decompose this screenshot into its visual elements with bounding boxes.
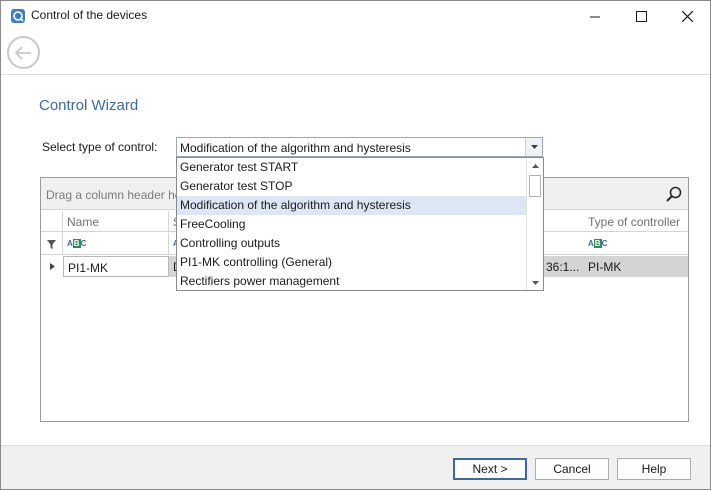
- dropdown-option[interactable]: PI1-MK controlling (General): [177, 253, 527, 272]
- control-type-label: Select type of control:: [42, 140, 158, 154]
- text-filter-icon: ABC: [67, 239, 87, 248]
- page-title: Control Wizard: [39, 97, 139, 114]
- app-icon: [11, 9, 25, 23]
- dropdown-button[interactable]: [525, 138, 542, 156]
- dialog-window: Control of the devices Control Wizard Se…: [0, 0, 711, 490]
- row-indicator: [41, 256, 63, 277]
- title-bar: Control of the devices: [1, 1, 710, 31]
- group-panel-hint: Drag a column header here: [46, 188, 193, 202]
- cell-type[interactable]: PI-MK: [584, 256, 688, 277]
- dropdown-scrollbar[interactable]: [526, 158, 543, 290]
- dropdown-option[interactable]: Rectifiers power management: [177, 272, 527, 291]
- chevron-down-icon: [531, 280, 539, 285]
- cell-time[interactable]: 36:1...: [542, 256, 584, 277]
- cell-name[interactable]: PI1-MK: [63, 256, 169, 277]
- dropdown-option[interactable]: Controlling outputs: [177, 234, 527, 253]
- minimize-button[interactable]: [572, 1, 618, 31]
- filter-icon: [47, 239, 56, 249]
- window-title: Control of the devices: [31, 8, 148, 22]
- next-button[interactable]: Next >: [453, 458, 527, 480]
- filter-cell-type[interactable]: ABC: [584, 233, 688, 255]
- wizard-header: [1, 31, 710, 75]
- chevron-right-icon: [49, 263, 55, 270]
- header-indicator: [41, 211, 63, 232]
- control-type-value: Modification of the algorithm and hyster…: [180, 141, 411, 155]
- control-type-dropdown: Generator test START Generator test STOP…: [176, 157, 544, 291]
- cancel-button[interactable]: Cancel: [535, 458, 609, 480]
- scroll-thumb[interactable]: [529, 175, 541, 197]
- dropdown-option[interactable]: Generator test START: [177, 158, 527, 177]
- close-icon: [681, 10, 693, 22]
- dropdown-option[interactable]: FreeCooling: [177, 215, 527, 234]
- control-type-select[interactable]: Modification of the algorithm and hyster…: [176, 137, 543, 157]
- back-button[interactable]: [7, 36, 40, 69]
- wizard-footer: Next > Cancel Help: [1, 445, 710, 489]
- text-filter-icon: ABC: [588, 239, 608, 248]
- help-button[interactable]: Help: [617, 458, 691, 480]
- column-header-type[interactable]: Type of controller: [584, 211, 688, 232]
- chevron-down-icon: [530, 145, 538, 149]
- column-header-name[interactable]: Name: [63, 211, 169, 232]
- dropdown-option[interactable]: Generator test STOP: [177, 177, 527, 196]
- search-icon[interactable]: [665, 185, 683, 203]
- close-button[interactable]: [664, 1, 710, 31]
- maximize-icon: [635, 10, 647, 22]
- scroll-down-button[interactable]: [527, 275, 543, 290]
- maximize-button[interactable]: [618, 1, 664, 31]
- filter-cell-name[interactable]: ABC: [63, 233, 169, 255]
- minimize-icon: [589, 16, 600, 17]
- dropdown-option-selected[interactable]: Modification of the algorithm and hyster…: [177, 196, 527, 215]
- arrow-left-icon: [15, 45, 31, 60]
- chevron-up-icon: [531, 163, 539, 168]
- filter-indicator: [41, 233, 63, 255]
- scroll-up-button[interactable]: [527, 158, 543, 173]
